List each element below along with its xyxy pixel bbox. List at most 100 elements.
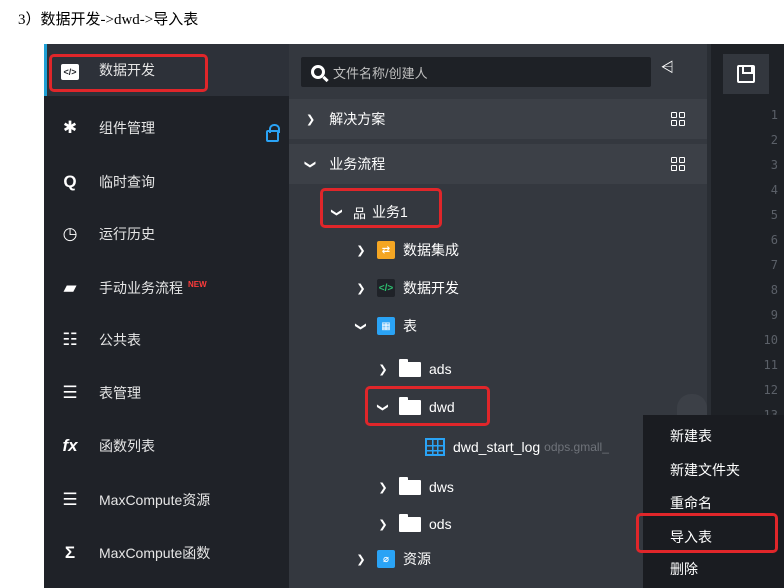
folder-icon	[399, 358, 421, 377]
table-icon	[425, 438, 445, 456]
line-number: 1	[770, 108, 778, 122]
tree-node-table[interactable]: ❯ ▦ 表	[353, 311, 417, 341]
chevron-right-icon: ❯	[356, 553, 366, 566]
tree-node-dwd[interactable]: ❯ dwd	[375, 392, 455, 422]
section-label: 业务流程	[329, 156, 386, 172]
nav-item-table-manage[interactable]: ☰ 表管理	[44, 367, 289, 419]
chevron-right-icon: ❯	[378, 518, 388, 531]
grid-icon[interactable]	[671, 157, 685, 171]
tree-node-label: 数据集成	[403, 242, 459, 258]
folder-icon	[399, 396, 421, 415]
line-number: 12	[763, 383, 778, 397]
nav-item-mc-functions[interactable]: Σ MaxCompute函数	[44, 527, 289, 579]
puzzle-icon: ✱	[62, 118, 78, 137]
tree-node-label: 资源	[403, 551, 431, 567]
menu-item-delete[interactable]: 删除	[643, 552, 784, 585]
folder-icon	[399, 476, 421, 495]
tree-node-ads[interactable]: ❯ ads	[375, 354, 452, 384]
chevron-right-icon: ❯	[356, 244, 366, 257]
server-icon: ☰	[62, 490, 78, 509]
nav-item-run-history[interactable]: ◷ 运行历史	[44, 208, 289, 260]
search-icon: Q	[63, 172, 77, 191]
search-icon	[311, 65, 325, 79]
nav-item-label: 临时查询	[99, 174, 155, 190]
chevron-right-icon: ❯	[306, 113, 316, 126]
code-icon: </>	[59, 60, 81, 80]
sigma-icon: Σ	[64, 543, 76, 562]
tree-node-label: ads	[429, 361, 452, 377]
nav-item-label: 组件管理	[99, 120, 155, 136]
tree-node-label: dws	[429, 479, 454, 495]
line-number: 11	[763, 358, 778, 372]
nav-item-functions[interactable]: fx 函数列表	[44, 420, 289, 472]
menu-item-rename[interactable]: 重命名	[643, 486, 784, 519]
chevron-right-icon: ❯	[378, 363, 388, 376]
menu-item-new-table[interactable]: 新建表	[643, 419, 784, 452]
org-chart-icon: 品	[353, 205, 367, 221]
nav-item-label: MaxCompute资源	[99, 492, 211, 508]
table-icon: ☷	[62, 330, 78, 349]
menu-item-new-folder[interactable]: 新建文件夹	[643, 453, 784, 486]
left-nav: </> 数据开发 ✱ 组件管理 Q 临时查询 ◷ 运行历史 ▰ 手动业务流程 N…	[44, 44, 289, 588]
nav-item-public-tables[interactable]: ☷ 公共表	[44, 314, 289, 366]
save-button[interactable]	[723, 54, 769, 94]
line-number: 10	[763, 333, 778, 347]
nav-item-adhoc-query[interactable]: Q 临时查询	[44, 156, 289, 208]
tree-section-solutions[interactable]: ❯ 解决方案	[289, 99, 707, 139]
grid-icon[interactable]	[671, 112, 685, 126]
tree-node-ods[interactable]: ❯ ods	[375, 509, 452, 539]
chevron-down-icon: ❯	[376, 402, 389, 412]
tree-node-label: dwd_start_log	[453, 439, 541, 455]
nav-item-components[interactable]: ✱ 组件管理	[44, 102, 289, 154]
nav-item-label: 公共表	[99, 332, 141, 348]
line-number: 6	[770, 233, 778, 247]
table-manage-icon: ☰	[62, 383, 78, 402]
save-icon	[737, 65, 755, 83]
chevron-down-icon: ❯	[330, 207, 343, 217]
nav-item-mc-resources[interactable]: ☰ MaxCompute资源	[44, 474, 289, 526]
tree-node-business1[interactable]: ❯ 品 业务1	[329, 197, 408, 227]
chevron-down-icon: ❯	[304, 159, 317, 169]
clock-icon: ◷	[62, 224, 78, 243]
integration-icon: ⇄	[377, 241, 395, 259]
tree-node-dwd-start-log[interactable]: dwd_start_log odps.gmall_	[425, 432, 609, 462]
code-icon: </>	[377, 279, 395, 297]
nav-item-label: 手动业务流程	[99, 280, 183, 296]
nav-item-manual-flow[interactable]: ▰ 手动业务流程 NEW	[44, 262, 289, 314]
search-placeholder: 文件名称/创建人	[333, 65, 428, 81]
tree-node-dws[interactable]: ❯ dws	[375, 472, 454, 502]
menu-item-import-table[interactable]: 导入表	[643, 520, 784, 553]
line-number: 8	[770, 283, 778, 297]
tree-node-label: 表	[403, 318, 417, 334]
tree-node-resources[interactable]: ❯ ⌀ 资源	[353, 544, 431, 574]
chevron-down-icon: ❯	[354, 321, 367, 331]
chevron-right-icon: ❯	[356, 282, 366, 295]
line-number: 5	[770, 208, 778, 222]
tree-node-label: 数据开发	[403, 280, 459, 296]
chevron-right-icon: ❯	[378, 481, 388, 494]
nav-item-label: MaxCompute函数	[99, 545, 211, 561]
search-input[interactable]: 文件名称/创建人	[301, 57, 651, 87]
nav-item-label: 表管理	[99, 385, 141, 401]
table-icon: ▦	[377, 317, 395, 335]
tree-node-data-dev[interactable]: ❯ </> 数据开发	[353, 273, 459, 303]
nav-item-label: 运行历史	[99, 226, 155, 242]
filter-icon[interactable]: ⩤	[661, 59, 674, 77]
folder-icon	[399, 513, 421, 532]
tree-node-label: dwd	[429, 399, 455, 415]
paperclip-icon: ⌀	[377, 550, 395, 568]
tree-section-business-flow[interactable]: ❯ 业务流程	[289, 144, 707, 184]
table-source-label: odps.gmall_	[544, 440, 609, 454]
briefcase-icon: ▰	[63, 278, 77, 297]
tree-node-label: ods	[429, 516, 452, 532]
tree-node-label: 业务1	[372, 204, 408, 220]
tree-node-data-integration[interactable]: ❯ ⇄ 数据集成	[353, 235, 459, 265]
line-number: 7	[770, 258, 778, 272]
ide-window: </> 数据开发 ✱ 组件管理 Q 临时查询 ◷ 运行历史 ▰ 手动业务流程 N…	[44, 44, 784, 588]
nav-item-data-dev[interactable]: </> 数据开发	[44, 44, 289, 96]
nav-item-label: 函数列表	[99, 438, 155, 454]
line-number: 2	[770, 133, 778, 147]
line-number: 3	[770, 158, 778, 172]
context-menu: 新建表 新建文件夹 重命名 导入表 删除	[643, 415, 784, 588]
line-number: 4	[770, 183, 778, 197]
